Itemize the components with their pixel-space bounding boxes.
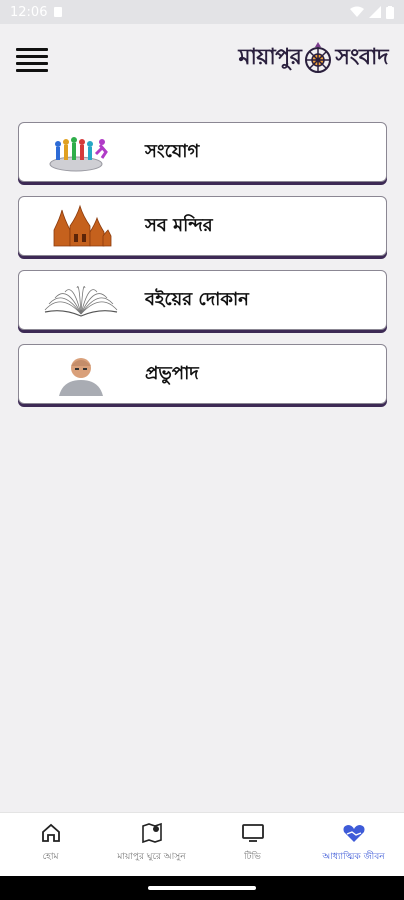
hamburger-menu-button[interactable]	[16, 48, 48, 72]
open-book-icon	[31, 276, 131, 324]
bottom-navigation: হোম মায়াপুর ঘুরে আসুন টিভি আধ্যাত্মিক জ…	[0, 812, 404, 877]
nav-spiritual-life[interactable]: আধ্যাত্মিক জীবন	[303, 813, 404, 877]
status-time: 12:06	[10, 4, 48, 20]
home-icon	[40, 821, 62, 845]
nav-label: মায়াপুর ঘুরে আসুন	[117, 852, 186, 862]
card-prabhupada[interactable]: প্রভুপাদ	[18, 344, 387, 404]
nav-label: হোম	[42, 852, 59, 862]
card-label: সব মন্দির	[145, 214, 213, 236]
nav-home[interactable]: হোম	[0, 813, 101, 877]
card-label: বইয়ের দোকান	[145, 288, 249, 310]
nav-label: টিভি	[244, 852, 261, 862]
battery-icon	[386, 5, 394, 19]
card-bookstore[interactable]: বইয়ের দোকান	[18, 270, 387, 330]
card-connection[interactable]: সংযোগ	[18, 122, 387, 182]
app-bar: মায়াপুর সংবাদ	[0, 24, 404, 98]
logo-text-left: মায়াপুর	[238, 43, 302, 70]
logo-text-right: সংবাদ	[335, 43, 388, 70]
heart-hands-icon	[341, 821, 367, 845]
nav-tv[interactable]: টিভি	[202, 813, 303, 877]
menu-list: সংযোগ সব মন্দির বইয়ের দোকান প্রভুপাদ	[18, 122, 387, 418]
temple-icon	[31, 202, 131, 250]
notification-icon	[54, 7, 63, 17]
portrait-icon	[31, 350, 131, 398]
nav-label: আধ্যাত্মিক জীবন	[322, 852, 385, 862]
people-connection-icon	[31, 128, 131, 176]
tv-icon	[241, 821, 265, 845]
home-indicator[interactable]	[148, 886, 256, 890]
card-label: প্রভুপাদ	[145, 362, 199, 384]
app-logo: মায়াপুর সংবাদ	[238, 36, 388, 80]
signal-icon	[369, 6, 381, 18]
card-all-temples[interactable]: সব মন্দির	[18, 196, 387, 256]
map-pin-icon	[141, 821, 163, 845]
gesture-bar	[0, 876, 404, 900]
status-bar: 12:06	[0, 0, 404, 24]
chakra-icon	[305, 42, 332, 73]
nav-visit-mayapur[interactable]: মায়াপুর ঘুরে আসুন	[101, 813, 202, 877]
wifi-icon	[350, 6, 364, 17]
card-label: সংযোগ	[145, 140, 200, 162]
